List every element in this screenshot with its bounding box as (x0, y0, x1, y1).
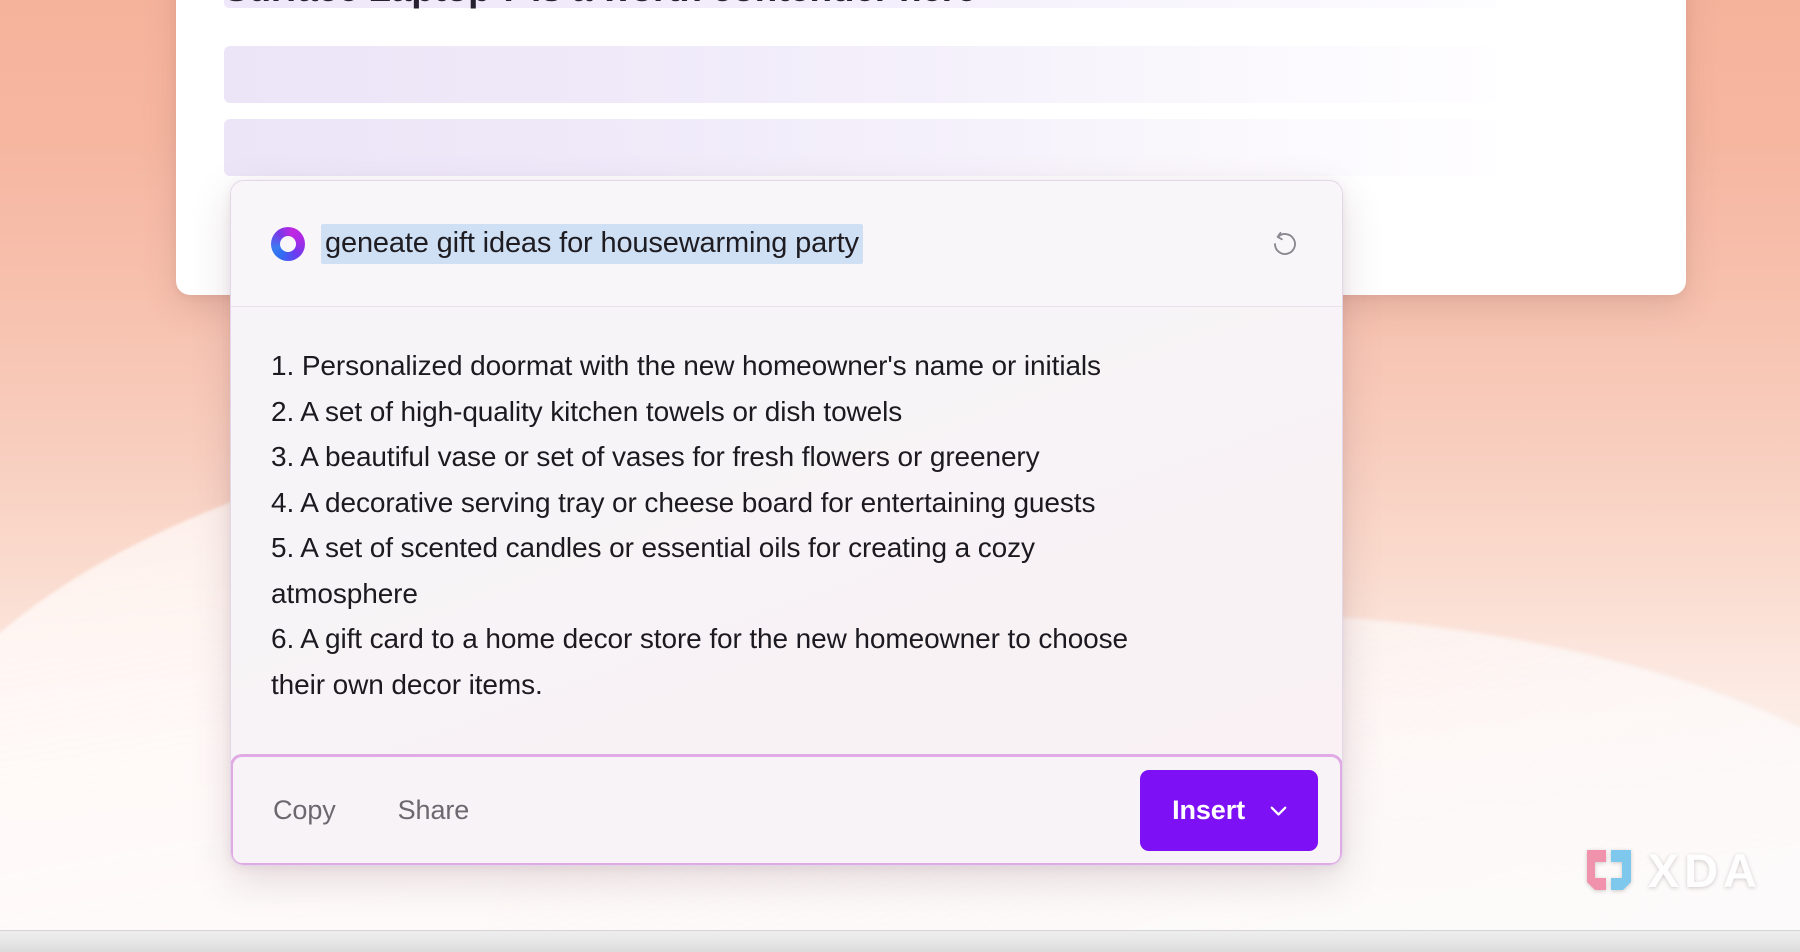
regenerate-button[interactable] (1264, 223, 1306, 265)
copilot-prompt-row: geneate gift ideas for housewarming part… (231, 181, 1342, 307)
response-line: 2. A set of high-quality kitchen towels … (271, 395, 903, 427)
insert-button-label: Insert (1172, 794, 1245, 825)
refresh-counterclockwise-icon (1274, 231, 1296, 255)
document-placeholder-block (224, 119, 1496, 176)
document-placeholder-block (224, 46, 1496, 103)
response-line: their own decor items. (271, 668, 543, 700)
response-line: atmosphere (271, 577, 418, 609)
copilot-response-card: geneate gift ideas for housewarming part… (230, 180, 1343, 866)
prompt-text[interactable]: geneate gift ideas for housewarming part… (321, 223, 863, 264)
xda-bracket-logo-icon (1586, 850, 1631, 890)
copilot-response-body: 1. Personalized doormat with the new hom… (231, 307, 1342, 754)
document-heading: Surface Laptop 7 is a worth contender he… (224, 0, 1494, 7)
response-line: 4. A decorative serving tray or cheese b… (271, 486, 1096, 518)
copilot-card-footer: Copy Share Insert (231, 754, 1342, 865)
chevron-down-icon (1270, 806, 1287, 816)
copy-button[interactable]: Copy (273, 795, 336, 826)
insert-button[interactable]: Insert (1140, 769, 1318, 851)
share-button[interactable]: Share (398, 795, 470, 826)
response-line: 6. A gift card to a home decor store for… (271, 623, 1129, 654)
response-line: 1. Personalized doormat with the new hom… (271, 350, 1101, 381)
copilot-ring-icon (271, 226, 305, 261)
xda-wordmark: XDA (1647, 843, 1762, 897)
response-line: 5. A set of scented candles or essential… (271, 532, 1035, 563)
xda-watermark: XDA (1581, 842, 1762, 898)
response-line: 3. A beautiful vase or set of vases for … (271, 441, 1040, 472)
taskbar[interactable] (0, 930, 1800, 952)
